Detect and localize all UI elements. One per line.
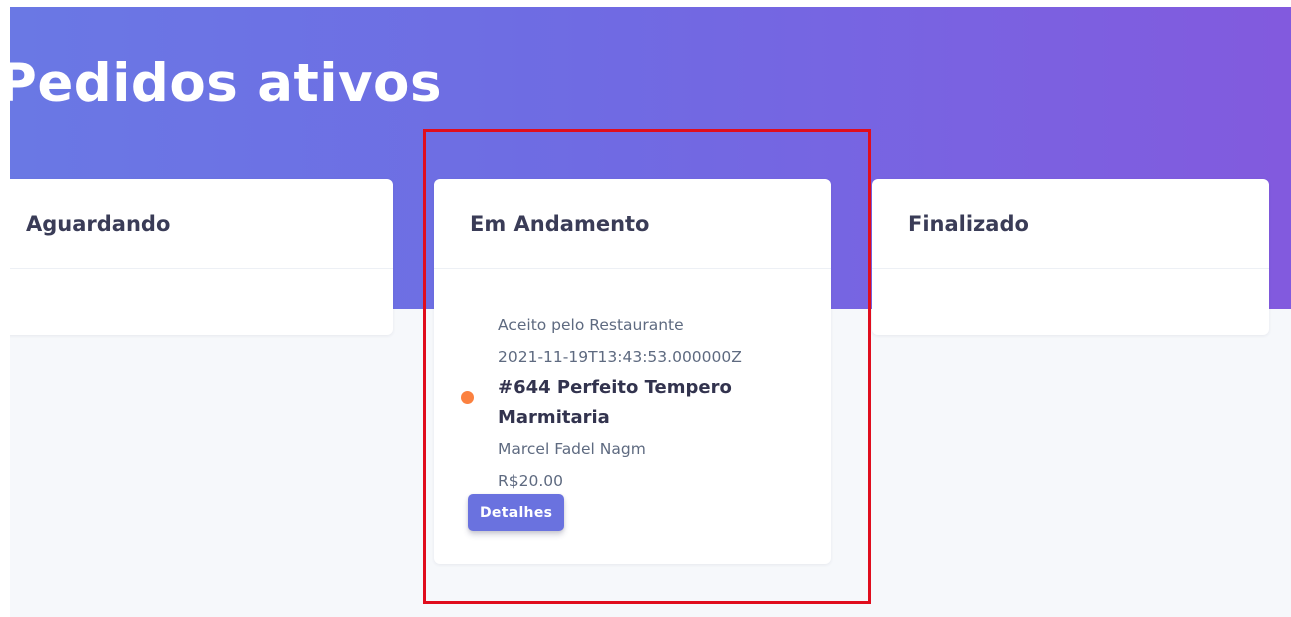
order-customer: Marcel Fadel Nagm: [498, 440, 646, 458]
order-info: Aceito pelo Restaurante 2021-11-19T13:43…: [498, 309, 798, 497]
page-title: Pedidos ativos: [10, 53, 443, 114]
order-title: #644 Perfeito Tempero Marmitaria: [498, 377, 732, 428]
column-header: Finalizado: [872, 179, 1269, 269]
column-title: Aguardando: [26, 212, 171, 236]
column-aguardando: Aguardando: [10, 179, 393, 335]
status-dot-icon: [461, 391, 474, 404]
column-title: Finalizado: [908, 212, 1029, 236]
order-status: Aceito pelo Restaurante: [498, 316, 684, 334]
column-finalizado: Finalizado: [872, 179, 1269, 335]
column-header: Em Andamento: [434, 179, 831, 269]
column-em-andamento: Em Andamento Aceito pelo Restaurante 202…: [434, 179, 831, 564]
column-title: Em Andamento: [470, 212, 650, 236]
orders-page: Pedidos ativos Aguardando Em Andamento A…: [10, 7, 1291, 617]
order-timestamp: 2021-11-19T13:43:53.000000Z: [498, 348, 742, 366]
order-item: Aceito pelo Restaurante 2021-11-19T13:43…: [434, 269, 831, 564]
details-button[interactable]: Detalhes: [468, 494, 565, 531]
order-total: R$20.00: [498, 472, 564, 490]
column-header: Aguardando: [10, 179, 393, 269]
